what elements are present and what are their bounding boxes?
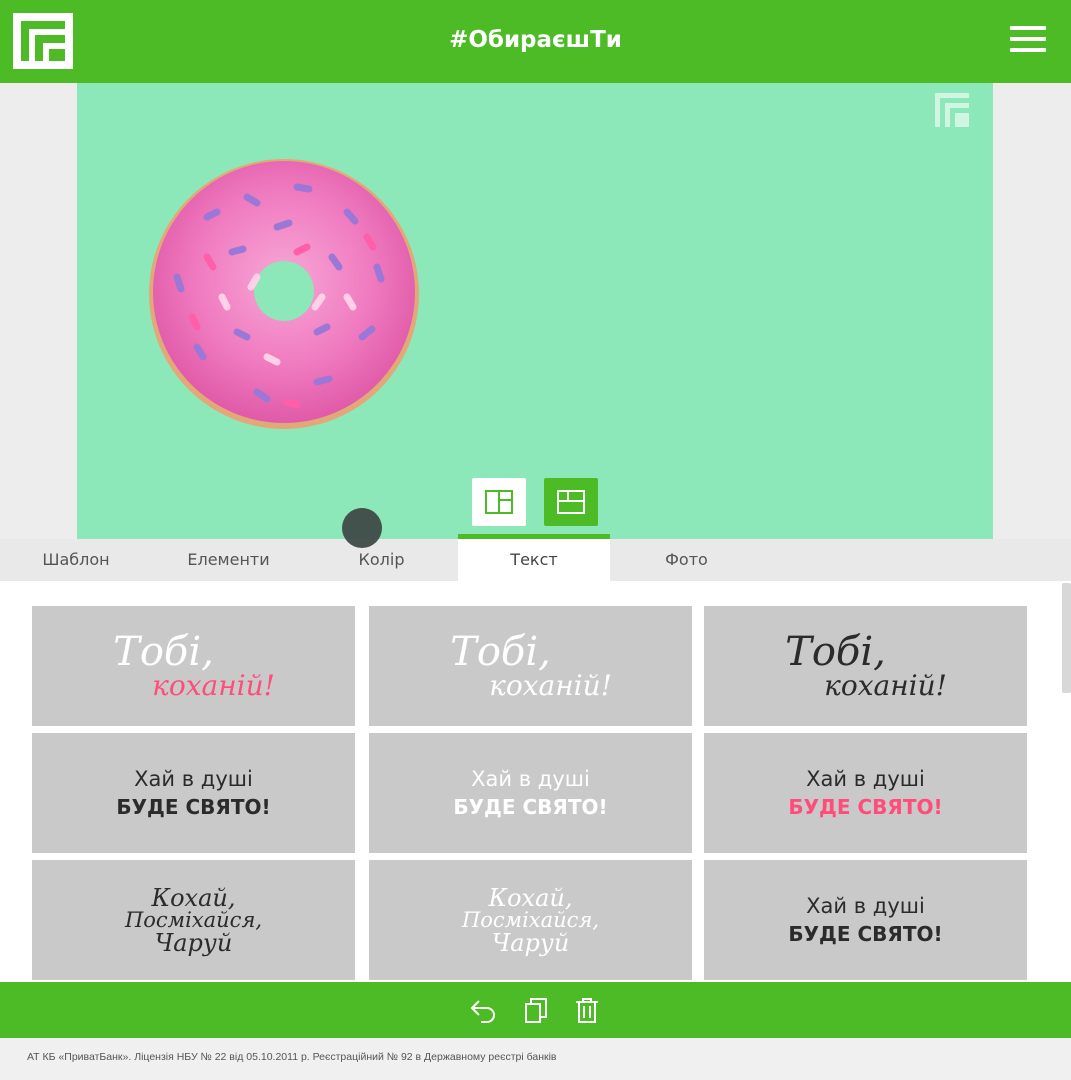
template-line-1: Тобі, [785, 629, 886, 675]
scrollbar[interactable] [1062, 583, 1071, 693]
template-line-1: Тобі, [113, 629, 214, 675]
template-line-2: БУДЕ СВЯТО! [788, 794, 943, 819]
template-line-2: БУДЕ СВЯТО! [116, 794, 271, 819]
text-template-card[interactable]: Хай в душі БУДЕ СВЯТО! [704, 860, 1027, 980]
template-line-3: Чаруй [491, 928, 570, 957]
template-line-2: Посміхайся, [461, 907, 600, 932]
text-template-card[interactable]: Тобі, коханій! [369, 606, 692, 726]
text-template-grid: Тобі, коханій! Тобі, коханій! Тобі, коха… [0, 581, 1071, 982]
tab-color[interactable]: Колір [305, 539, 458, 581]
layout-split-button[interactable] [544, 478, 598, 526]
app-header: #ОбираєшТи [0, 0, 1071, 83]
template-line-2: БУДЕ СВЯТО! [788, 921, 943, 946]
template-line-2: коханій! [489, 669, 612, 702]
template-line-2: коханій! [152, 669, 275, 702]
design-canvas[interactable] [77, 83, 993, 539]
bottom-toolbar [0, 982, 1071, 1038]
trash-icon[interactable] [573, 996, 601, 1024]
template-line-2: БУДЕ СВЯТО! [453, 794, 608, 819]
legal-footer: АТ КБ «ПриватБанк». Ліцензія НБУ № 22 ві… [27, 1051, 557, 1063]
copy-icon[interactable] [522, 996, 550, 1024]
template-line-1: Хай в душі [471, 767, 590, 792]
pink-donut-image[interactable] [147, 157, 422, 432]
layout-single-icon [485, 490, 513, 514]
template-line-1: Хай в душі [134, 767, 253, 792]
text-template-card[interactable]: Кохай, Посміхайся, Чаруй [32, 860, 355, 980]
privatbank-watermark-icon [935, 93, 969, 127]
template-line-1: Кохай, [488, 883, 573, 912]
hamburger-menu-icon[interactable] [1010, 26, 1046, 56]
template-line-3: Чаруй [154, 928, 233, 957]
undo-icon[interactable] [469, 996, 497, 1024]
touch-indicator [342, 508, 382, 548]
template-line-1: Кохай, [151, 883, 236, 912]
template-line-1: Хай в душі [806, 767, 925, 792]
template-line-2: коханій! [824, 669, 947, 702]
layout-split-icon [557, 490, 585, 514]
template-line-2: Посміхайся, [124, 907, 263, 932]
text-template-card[interactable]: Тобі, коханій! [32, 606, 355, 726]
layout-single-button[interactable] [472, 478, 526, 526]
text-template-card[interactable]: Хай в душі БУДЕ СВЯТО! [704, 733, 1027, 853]
page-title: #ОбираєшТи [449, 27, 622, 53]
editor-area [0, 83, 1071, 539]
template-line-1: Хай в душі [806, 894, 925, 919]
text-template-card[interactable]: Тобі, коханій! [704, 606, 1027, 726]
tab-text[interactable]: Текст [458, 534, 610, 581]
editor-tabs: Шаблон Елементи Колір Текст Фото [0, 534, 1071, 581]
text-template-card[interactable]: Хай в душі БУДЕ СВЯТО! [32, 733, 355, 853]
text-template-card[interactable]: Кохай, Посміхайся, Чаруй [369, 860, 692, 980]
tab-photo[interactable]: Фото [610, 539, 763, 581]
text-template-card[interactable]: Хай в душі БУДЕ СВЯТО! [369, 733, 692, 853]
template-line-1: Тобі, [450, 629, 551, 675]
tab-elements[interactable]: Елементи [152, 539, 305, 581]
tab-template[interactable]: Шаблон [0, 539, 152, 581]
